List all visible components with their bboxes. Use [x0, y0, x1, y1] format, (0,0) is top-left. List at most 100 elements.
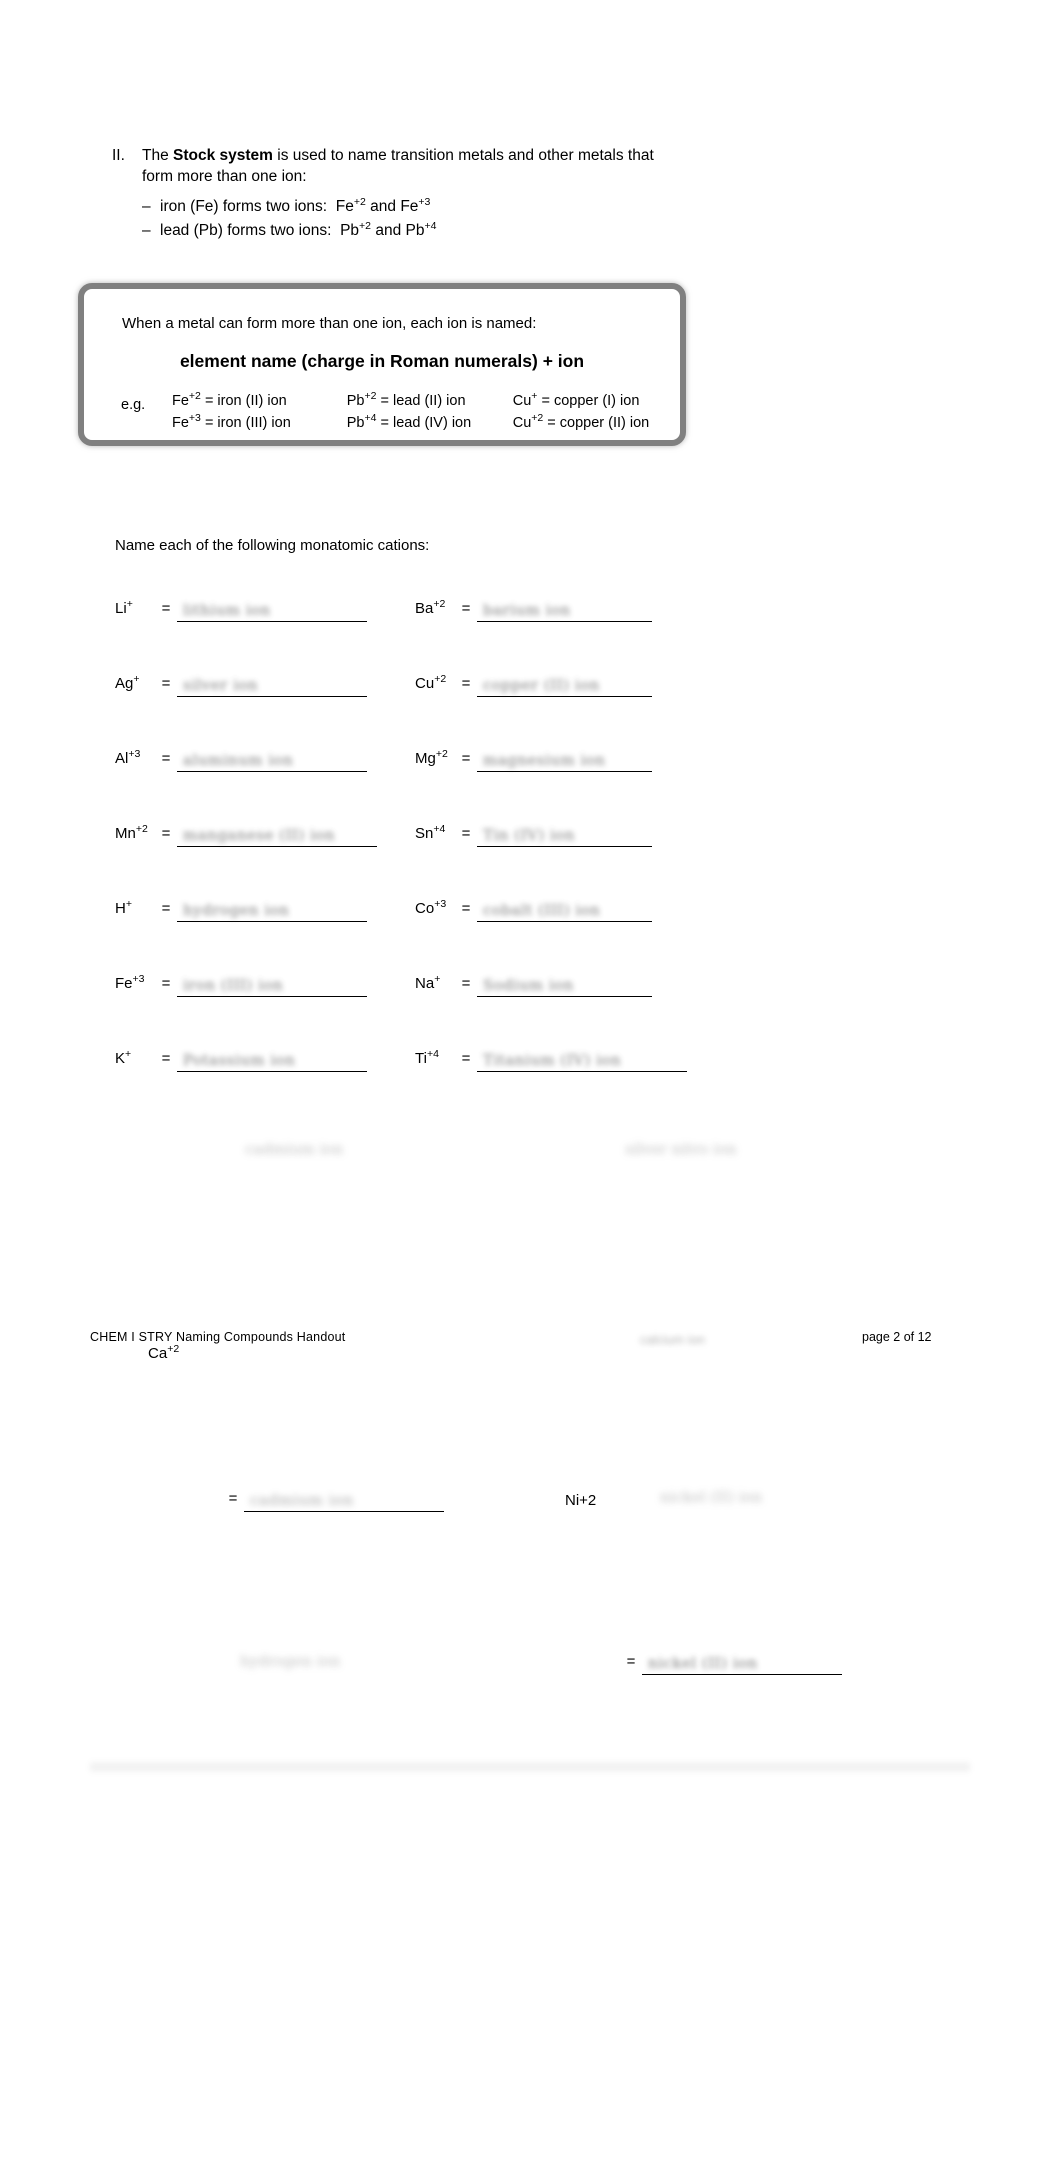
ion-label: Mg+2: [415, 748, 455, 767]
ion-symbol: H: [115, 900, 126, 917]
answer-blank[interactable]: Sodium ion: [477, 975, 652, 997]
bullet-text: lead (Pb) forms two ions:: [160, 222, 332, 239]
ion-charge: +3: [132, 973, 145, 985]
example-row: Fe+3 = iron (III) ion Pb+4 = lead (IV) i…: [172, 412, 670, 437]
bullet-charge-1: +2: [353, 195, 366, 208]
handwritten-answer: Tin (IV) ion: [483, 826, 575, 844]
table-row: H+ = hydrogen ion Co+3 = cobalt (III) io…: [0, 898, 1062, 975]
answer-blank[interactable]: Tin (IV) ion: [477, 825, 652, 847]
example-label: e.g.: [121, 397, 146, 413]
stray-ion-calcium: Ca+2: [148, 1343, 180, 1362]
example-symbol: Fe: [172, 415, 189, 431]
exercise-prompt: Name each of the following monatomic cat…: [115, 537, 430, 554]
example-charge: +3: [188, 412, 201, 425]
ion-symbol: Mn: [115, 825, 136, 842]
answer-blank[interactable]: aluminum ion: [177, 750, 367, 772]
equals-sign: =: [161, 1050, 171, 1067]
ion-label: Fe+3: [115, 973, 155, 992]
bullet-charge-2: +4: [424, 219, 437, 232]
bullet-text: iron (Fe) forms two ions:: [160, 198, 328, 215]
bullet-ion-1: Fe: [335, 198, 354, 215]
page-number: page 2 of 12: [862, 1330, 932, 1344]
answer-blank[interactable]: cadmium ion: [244, 1490, 444, 1512]
example-cell: Pb+4 = lead (IV) ion: [346, 412, 513, 431]
table-row: Ag+ = silver ion Cu+2 = copper (II) ion: [0, 673, 1062, 750]
answer-item: Ba+2 = barium ion: [415, 599, 785, 622]
ion-charge: +2: [434, 673, 447, 685]
example-charge: +2: [531, 412, 544, 425]
answer-blank[interactable]: barium ion: [477, 600, 652, 622]
equals-sign: =: [461, 600, 471, 617]
ion-charge: +2: [167, 1343, 180, 1355]
ion-symbol: Fe: [115, 975, 133, 992]
example-cell: Cu+2 = copper (II) ion: [513, 412, 670, 431]
answer-item: Mg+2 = magnesium ion: [415, 748, 785, 772]
handwritten-answer: nickel (II) ion: [648, 1654, 758, 1672]
answer-item: Cu+2 = copper (II) ion: [415, 673, 785, 697]
handwritten-answer: hydrogen ion: [183, 901, 290, 919]
ion-label: K+: [115, 1049, 155, 1067]
ion-symbol: Cu: [415, 675, 435, 692]
section-intro-bold-term: Stock system: [173, 147, 273, 164]
table-row: K+ = Potassium ion Ti+4 = Titanium (IV) …: [0, 1048, 1062, 1125]
ion-charge: +: [434, 973, 441, 985]
section-intro-prefix: The: [142, 147, 174, 164]
example-symbol: Fe: [172, 393, 189, 409]
rule-intro-text: When a metal can form more than one ion,…: [122, 315, 537, 332]
footer-title: CHEM I STRY Naming Compounds Handout: [90, 1330, 346, 1344]
stray-answer-item: = cadmium ion: [222, 1490, 444, 1512]
answer-blank[interactable]: iron (III) ion: [177, 975, 367, 997]
bullet-charge-2: +3: [418, 195, 431, 208]
handwritten-answer: Sodium ion: [483, 976, 574, 994]
table-row: Fe+3 = iron (III) ion Na+ = Sodium ion: [0, 973, 1062, 1050]
table-row: Li+ = lithium ion Ba+2 = barium ion: [0, 599, 1062, 675]
ion-symbol: Ba: [415, 600, 434, 617]
handwritten-answer: cadmium ion: [250, 1491, 354, 1509]
dash-bullet-icon: –: [142, 198, 151, 215]
handwritten-answer: aluminum ion: [183, 751, 294, 769]
footer-smudge-text: calcium ion: [640, 1332, 706, 1347]
answer-blank[interactable]: Potassium ion: [177, 1050, 367, 1072]
stray-nickel-answer: nickel (II) ion: [660, 1488, 763, 1506]
handwritten-answer: manganese (II) ion: [183, 826, 336, 844]
answer-blank[interactable]: Titanium (IV) ion: [477, 1050, 687, 1072]
equals-sign: =: [228, 1490, 238, 1507]
ion-label: Na+: [415, 973, 455, 992]
equals-sign: =: [161, 750, 171, 767]
answer-blank[interactable]: magnesium ion: [477, 750, 652, 772]
section-intro-suffix: is used to name transition metals and ot…: [272, 147, 654, 164]
answer-blank[interactable]: copper (II) ion: [477, 675, 652, 697]
example-bullet-list: – iron (Fe) forms two ions: Fe+2 and Fe+3…: [142, 195, 436, 243]
answer-blank[interactable]: nickel (II) ion: [642, 1653, 842, 1675]
section-heading: II. The Stock system is used to name tra…: [112, 145, 712, 187]
example-cell: Fe+2 = iron (II) ion: [172, 391, 347, 409]
example-name: = copper (I) ion: [541, 393, 640, 409]
ion-charge: +4: [426, 1048, 439, 1060]
equals-sign: =: [461, 675, 471, 692]
example-symbol: Cu: [512, 393, 532, 409]
section-number: II.: [112, 147, 125, 164]
ghost-lower-left: hydrogen ion: [240, 1652, 341, 1670]
answer-blank[interactable]: silver ion: [177, 675, 367, 697]
answer-blank[interactable]: manganese (II) ion: [177, 825, 377, 847]
equals-sign: =: [461, 750, 471, 767]
ion-symbol: Sn: [415, 825, 434, 842]
answer-blank[interactable]: hydrogen ion: [177, 900, 367, 922]
ion-charge: +2: [435, 748, 448, 760]
ion-symbol: Li: [115, 600, 127, 617]
answer-blank[interactable]: cobalt (III) ion: [477, 900, 652, 922]
handwritten-answer: magnesium ion: [483, 751, 606, 769]
example-symbol: Pb: [346, 415, 365, 431]
answer-grid: Li+ = lithium ion Ba+2 = barium ion Ag+ …: [0, 599, 1062, 1125]
example-charge: +4: [364, 412, 377, 425]
handwritten-answer: silver ion: [183, 676, 259, 694]
ion-label: Ag+: [115, 674, 155, 692]
ion-charge: +4: [433, 823, 446, 835]
handwritten-answer: barium ion: [483, 601, 571, 619]
ion-label: Li+: [115, 599, 155, 617]
ion-label: Cu+2: [415, 673, 455, 692]
ion-symbol: Ca: [148, 1345, 168, 1362]
list-item: – iron (Fe) forms two ions: Fe+2 and Fe+3: [142, 195, 436, 219]
ion-charge: +3: [434, 898, 447, 910]
answer-blank[interactable]: lithium ion: [177, 600, 367, 622]
